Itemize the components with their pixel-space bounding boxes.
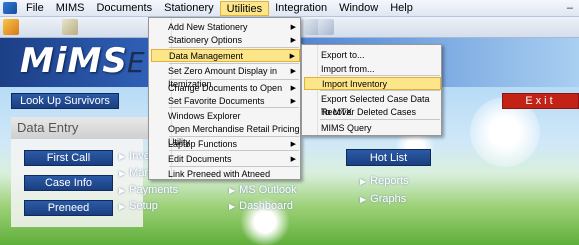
link-reports-label: Reports xyxy=(370,175,409,187)
preview-icon[interactable] xyxy=(318,19,334,35)
utilities-menu-item[interactable]: Stationery Options ▶ xyxy=(151,34,300,47)
submenu-arrow-icon: ▶ xyxy=(290,156,296,163)
data-management-menu-item[interactable]: Import Inventory xyxy=(304,77,441,90)
home-icon[interactable] xyxy=(3,19,19,35)
arrow-right-icon: ▶ xyxy=(229,185,236,195)
utilities-menu-item[interactable]: Link Preneed with Atneed xyxy=(151,168,300,181)
link-inventory[interactable]: ▶ Inve xyxy=(119,150,150,162)
submenu-arrow-icon: ▶ xyxy=(289,53,295,60)
data-management-menu-item[interactable]: Export to... xyxy=(304,49,441,62)
menu-item-label: Data Management xyxy=(169,51,244,61)
menu-separator xyxy=(169,79,299,80)
submenu-arrow-icon: ▶ xyxy=(290,85,296,92)
arrow-right-icon: ▶ xyxy=(119,201,126,211)
menu-item-label: Laptop Functions xyxy=(168,139,238,149)
mims-logo: MiMS xyxy=(20,41,128,81)
menu-item-label: Link Preneed with Atneed xyxy=(168,169,271,179)
menu-item-label: Export to... xyxy=(321,50,365,60)
menu-item-label: Windows Explorer xyxy=(168,111,241,121)
arrow-right-icon: ▶ xyxy=(119,151,126,161)
menu-item-label: Edit Documents xyxy=(168,154,232,164)
menu-separator xyxy=(169,150,299,151)
case-info-button[interactable]: Case Info xyxy=(24,175,113,191)
menu-item-label: Stationery Options xyxy=(168,35,243,45)
link-graphs-label: Graphs xyxy=(370,193,407,205)
menubar: File MIMS Documents Stationery Utilities… xyxy=(0,0,579,17)
menu-stationery[interactable]: Stationery xyxy=(158,1,220,16)
minimize-button[interactable]: – xyxy=(567,2,573,14)
look-up-survivors-button[interactable]: Look Up Survivors xyxy=(11,93,119,109)
submenu-arrow-icon: ▶ xyxy=(290,37,296,44)
menu-separator xyxy=(169,107,299,108)
link-setup[interactable]: ▶ Setup xyxy=(119,200,158,212)
arrow-right-icon: ▶ xyxy=(119,185,126,195)
link-graphs[interactable]: ▶ Graphs xyxy=(360,193,406,205)
submenu-arrow-icon: ▶ xyxy=(290,24,296,31)
menu-window[interactable]: Window xyxy=(333,1,384,16)
utilities-menu-item[interactable]: Open Merchandise Retail Pricing Utility xyxy=(151,123,300,147)
menu-utilities[interactable]: Utilities xyxy=(219,0,270,16)
menu-item-label: Set Favorite Documents xyxy=(168,96,265,106)
logo-continuation: E xyxy=(127,46,145,79)
utilities-menu-item[interactable]: Add New Stationery ▶ xyxy=(151,21,300,34)
first-call-button[interactable]: First Call xyxy=(24,150,113,166)
data-management-menu-item[interactable]: Recover Deleted Cases xyxy=(304,106,441,119)
link-dashboard-label: Dashboard xyxy=(239,200,293,212)
menu-item-label: Import Inventory xyxy=(322,79,388,89)
hot-list-button[interactable]: Hot List xyxy=(346,149,431,166)
arrow-right-icon: ▶ xyxy=(119,168,126,178)
menu-item-label: Add New Stationery xyxy=(168,22,248,32)
arrow-right-icon: ▶ xyxy=(229,201,236,211)
link-dashboard[interactable]: ▶ Dashboard xyxy=(229,200,293,212)
utilities-menu: Add New Stationery ▶ Stationery Options ▶ Da… xyxy=(148,17,301,180)
link-ms-outlook-label: MS Outlook xyxy=(239,184,297,196)
menu-separator xyxy=(169,47,299,48)
utilities-menu-item[interactable]: Set Zero Amount Display in Itemization ▶ xyxy=(151,65,300,89)
utilities-menu-item[interactable]: Windows Explorer xyxy=(151,110,300,123)
menu-item-label: Import from... xyxy=(321,64,375,74)
arrow-right-icon: ▶ xyxy=(360,176,367,186)
utilities-menu-item[interactable]: Edit Documents ▶ xyxy=(151,153,300,166)
link-payments[interactable]: ▶ Payments xyxy=(119,184,178,196)
submenu-arrow-icon: ▶ xyxy=(290,68,296,75)
utilities-menu-item[interactable]: Change Documents to Open ▶ xyxy=(151,82,300,95)
link-payments-label: Payments xyxy=(129,184,179,196)
menu-separator xyxy=(169,63,299,64)
logo-box: MiMS xyxy=(0,38,148,87)
menu-item-label: Change Documents to Open xyxy=(168,83,283,93)
menu-item-label: Recover Deleted Cases xyxy=(321,107,417,117)
menu-separator xyxy=(320,119,440,120)
menu-mims[interactable]: MIMS xyxy=(50,1,91,16)
folder-icon[interactable] xyxy=(62,19,78,35)
menu-separator xyxy=(169,166,299,167)
data-management-submenu: Export to... Import from... Import Invento… xyxy=(301,44,442,136)
menu-file[interactable]: File xyxy=(20,1,50,16)
menu-separator xyxy=(169,136,299,137)
menu-separator xyxy=(320,75,440,76)
link-inventory-label: Inve xyxy=(129,150,150,162)
link-reports[interactable]: ▶ Reports xyxy=(360,175,409,187)
exit-button[interactable]: Exit xyxy=(502,93,579,109)
menu-separator xyxy=(320,90,440,91)
menu-documents[interactable]: Documents xyxy=(90,1,158,16)
utilities-menu-item[interactable]: Data Management ▶ xyxy=(151,49,300,62)
app-icon[interactable] xyxy=(3,2,17,14)
menu-item-label: MIMS Query xyxy=(321,123,372,133)
link-setup-label: Setup xyxy=(129,200,158,212)
preneed-button[interactable]: Preneed xyxy=(24,200,113,216)
link-ms-outlook[interactable]: ▶ MS Outlook xyxy=(229,184,297,196)
data-management-menu-item[interactable]: MIMS Query xyxy=(304,122,441,135)
menu-integration[interactable]: Integration xyxy=(269,1,333,16)
arrow-right-icon: ▶ xyxy=(360,194,367,204)
data-entry-title: Data Entry xyxy=(17,120,79,135)
menu-help[interactable]: Help xyxy=(384,1,419,16)
data-management-menu-item[interactable]: Export Selected Case Data To MTX xyxy=(304,93,441,117)
